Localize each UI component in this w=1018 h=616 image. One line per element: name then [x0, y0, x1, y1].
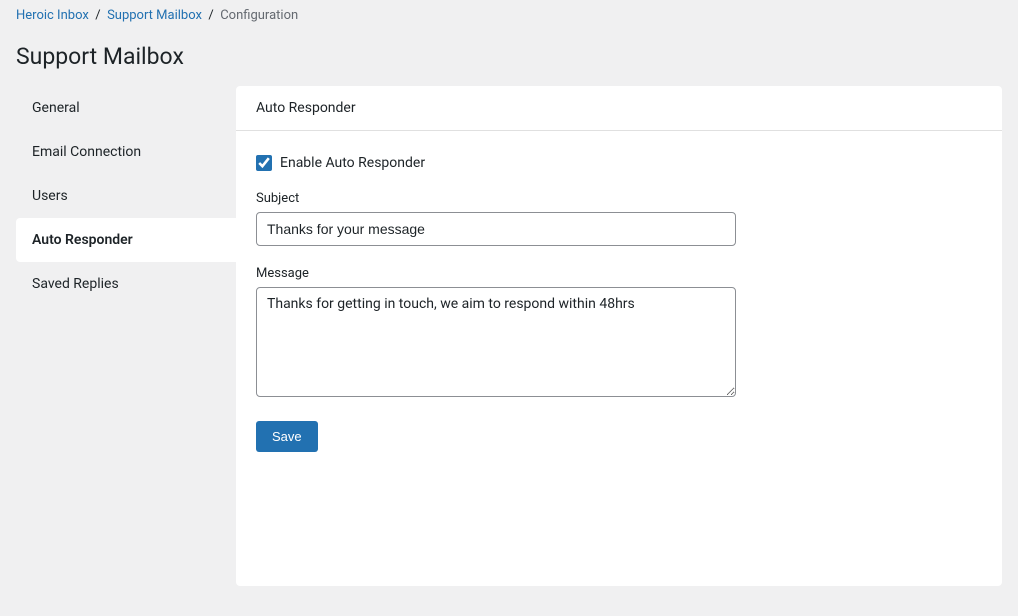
sidebar-item-users[interactable]: Users [16, 174, 236, 218]
message-group: Message [256, 266, 982, 401]
enable-auto-responder-checkbox[interactable] [256, 155, 272, 171]
sidebar-item-saved-replies[interactable]: Saved Replies [16, 262, 236, 306]
subject-group: Subject [256, 191, 982, 246]
subject-label: Subject [256, 191, 982, 206]
subject-input[interactable] [256, 212, 736, 246]
section-title: Auto Responder [256, 100, 356, 116]
breadcrumb-link-support-mailbox[interactable]: Support Mailbox [107, 8, 202, 23]
message-label: Message [256, 266, 982, 281]
breadcrumb: Heroic Inbox / Support Mailbox / Configu… [0, 0, 1018, 31]
enable-auto-responder-row: Enable Auto Responder [256, 155, 982, 171]
section-header: Auto Responder [236, 86, 1002, 131]
sidebar-item-general[interactable]: General [16, 86, 236, 130]
sidebar: General Email Connection Users Auto Resp… [16, 86, 236, 586]
sidebar-item-email-connection[interactable]: Email Connection [16, 130, 236, 174]
page-title: Support Mailbox [0, 31, 1018, 86]
message-textarea[interactable] [256, 287, 736, 397]
sidebar-item-auto-responder[interactable]: Auto Responder [16, 218, 236, 262]
breadcrumb-link-heroic-inbox[interactable]: Heroic Inbox [16, 8, 89, 23]
main-panel: Auto Responder Enable Auto Responder Sub… [236, 86, 1002, 586]
breadcrumb-current: Configuration [220, 8, 298, 23]
save-button[interactable]: Save [256, 421, 318, 452]
enable-auto-responder-label[interactable]: Enable Auto Responder [280, 155, 425, 171]
section-body: Enable Auto Responder Subject Message Sa… [236, 131, 1002, 476]
